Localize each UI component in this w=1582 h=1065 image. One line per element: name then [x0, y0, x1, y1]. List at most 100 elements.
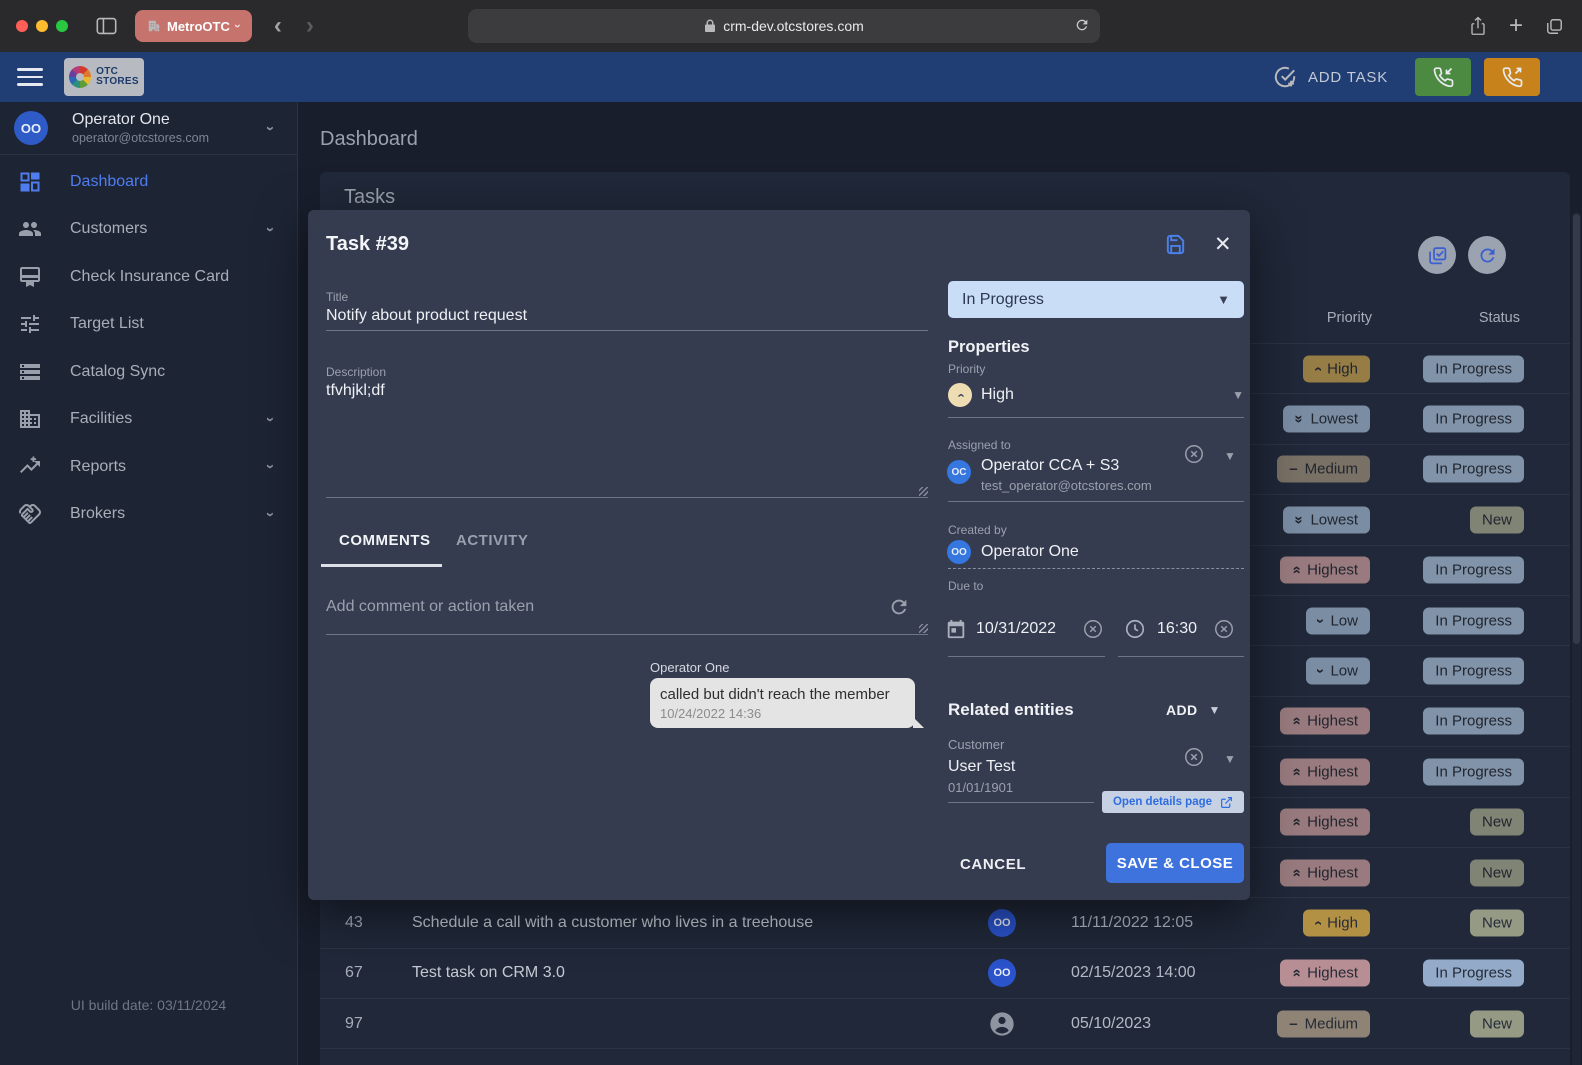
active-tab-underline [321, 564, 442, 567]
clock-icon[interactable] [1124, 618, 1146, 640]
sidebar-item-dashboard[interactable]: Dashboard [0, 158, 297, 206]
task-row[interactable]: 67 Test task on CRM 3.0 OO 02/15/2023 14:00… [320, 949, 1570, 1000]
save-and-close-button[interactable]: SAVE & CLOSE [1106, 843, 1244, 883]
double-chevron-up: » [1287, 969, 1305, 978]
chevron-down-icon: › [262, 511, 279, 517]
save-icon[interactable] [1164, 233, 1187, 256]
task-modal: Task #39 ✕ Title Notify about product re… [308, 210, 1250, 900]
pinwheel-logo-icon [69, 66, 92, 88]
url-bar[interactable]: crm-dev.otcstores.com [468, 9, 1100, 43]
chevron-down: › [1312, 618, 1330, 624]
window-controls [16, 20, 68, 32]
priority-value: High [981, 386, 1014, 403]
menu-icon[interactable] [17, 63, 43, 91]
external-link-icon [1221, 796, 1233, 808]
creator-name: Operator One [981, 543, 1079, 560]
chip-label: In Progress [1435, 712, 1512, 730]
new-tab-icon[interactable]: + [1509, 12, 1523, 40]
browser-sidebar-icon[interactable] [96, 17, 117, 35]
user-menu[interactable]: OO Operator One operator@otcstores.com › [0, 102, 297, 155]
cancel-button[interactable]: CANCEL [960, 856, 1026, 873]
sidebar: OO Operator One operator@otcstores.com ›… [0, 102, 298, 1065]
reports-icon [18, 455, 42, 479]
clear-time-icon[interactable] [1213, 618, 1235, 640]
sidebar-item-brokers[interactable]: Brokers › [0, 491, 297, 539]
comment-input[interactable] [326, 598, 886, 616]
facilities-icon [18, 407, 42, 431]
sidebar-item-target-list[interactable]: Target List [0, 301, 297, 349]
chip-label: Low [1330, 662, 1358, 680]
outgoing-call-button[interactable] [1484, 58, 1540, 96]
tab-comments[interactable]: COMMENTS [339, 532, 431, 549]
comment-author: Operator One [650, 660, 730, 675]
refresh-comments-icon[interactable] [888, 596, 910, 618]
open-details-page-button[interactable]: Open details page [1102, 791, 1244, 813]
sidebar-item-check-insurance-card[interactable]: Check Insurance Card [0, 253, 297, 301]
status-chip: New [1469, 909, 1524, 937]
task-row[interactable]: 43 Schedule a call with a customer who li… [320, 898, 1570, 949]
resize-handle[interactable] [919, 624, 928, 633]
browser-back-button[interactable]: ‹ [274, 14, 282, 38]
double-chevron-down: » [1290, 515, 1308, 525]
priority-select[interactable]: › High ▼ [948, 383, 1244, 407]
customer-name: User Test [948, 758, 1016, 775]
double-chevron-up: » [1287, 566, 1305, 575]
due-date-value[interactable]: 10/31/2022 [976, 620, 1056, 638]
close-window-button[interactable] [16, 20, 28, 32]
reload-icon[interactable] [1074, 17, 1090, 33]
scrollbar-thumb[interactable] [1573, 214, 1580, 644]
dropdown-arrow-icon[interactable]: ▼ [1224, 449, 1236, 463]
sidebar-item-label: Reports [70, 457, 127, 475]
sidebar-item-customers[interactable]: Customers › [0, 206, 297, 254]
chevron-down-icon: › [262, 416, 279, 422]
calendar-icon[interactable] [945, 618, 967, 640]
due-time-value[interactable]: 16:30 [1157, 620, 1197, 638]
lock-icon [704, 19, 716, 33]
chip-label: New [1481, 914, 1512, 932]
minimize-window-button[interactable] [36, 20, 48, 32]
chip-label: In Progress [1435, 964, 1512, 982]
status-chip: In Progress [1423, 959, 1524, 987]
chip-label: Highest [1307, 712, 1358, 730]
clear-customer-icon[interactable] [1183, 746, 1205, 768]
sidebar-item-reports[interactable]: Reports › [0, 443, 297, 491]
browser-forward-button[interactable]: › [306, 14, 314, 38]
refresh-tasks-button[interactable] [1468, 236, 1506, 274]
sidebar-item-label: Check Insurance Card [70, 267, 230, 285]
browser-tab[interactable]: MetroOTC › [135, 10, 252, 42]
task-row[interactable]: 97 05/10/2023 – Medium New [320, 999, 1570, 1050]
chip-label: Highest [1307, 763, 1358, 781]
related-entities-heading: Related entities [948, 700, 1074, 719]
add-task-button[interactable]: ADD TASK [1272, 64, 1388, 90]
zoom-window-button[interactable] [56, 20, 68, 32]
tab-activity[interactable]: ACTIVITY [456, 532, 528, 549]
chip-label: New [1481, 813, 1512, 831]
status-chip: New [1469, 506, 1524, 534]
sidebar-item-catalog-sync[interactable]: Catalog Sync [0, 348, 297, 396]
assigned-underline [948, 501, 1244, 502]
otc-stores-logo: OTC STORES [64, 58, 144, 96]
chip-label: Lowest [1310, 511, 1358, 529]
multi-select-tasks-button[interactable] [1418, 236, 1456, 274]
chip-label: In Progress [1435, 561, 1512, 579]
incoming-call-button[interactable] [1415, 58, 1471, 96]
clear-assignee-icon[interactable] [1183, 443, 1205, 465]
close-icon[interactable]: ✕ [1214, 232, 1232, 257]
priority-underline [948, 417, 1244, 418]
sidebar-menu: Dashboard Customers › Check Insurance Card T… [0, 158, 297, 538]
chip-label: In Progress [1435, 612, 1512, 630]
tab-overview-icon[interactable] [1545, 17, 1564, 36]
title-field-value[interactable]: Notify about product request [326, 307, 527, 325]
status-chip: In Progress [1423, 455, 1524, 483]
add-related-entity-button[interactable]: ADD ▼ [1166, 702, 1220, 718]
clear-date-icon[interactable] [1082, 618, 1104, 640]
catalog-sync-icon [18, 360, 42, 384]
scrollbar[interactable] [1572, 212, 1581, 1065]
share-icon[interactable] [1469, 16, 1487, 36]
due-date-underline [948, 656, 1105, 657]
resize-handle[interactable] [919, 487, 928, 496]
status-select[interactable]: In Progress ▼ [948, 281, 1244, 318]
description-field-value[interactable]: tfvhjkl;df [326, 382, 385, 400]
dropdown-arrow-icon[interactable]: ▼ [1224, 752, 1236, 766]
sidebar-item-facilities[interactable]: Facilities › [0, 396, 297, 444]
